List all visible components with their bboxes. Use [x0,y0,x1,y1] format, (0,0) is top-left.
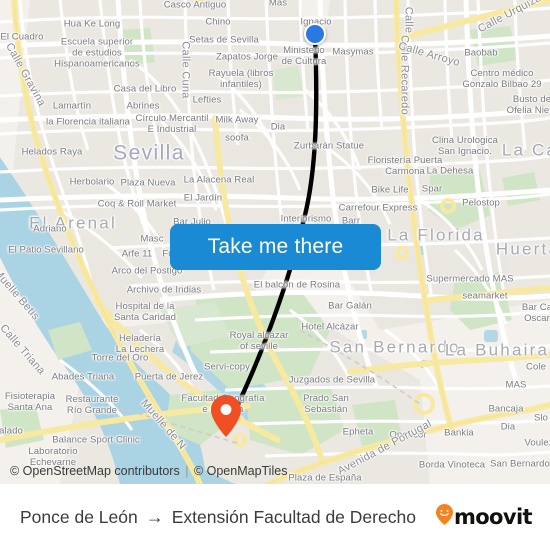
moovit-pin-icon [435,504,453,530]
moovit-route-preview: El Cuadro Hua Ke Long Casco Antiguo Chino Ig… [0,0,550,550]
map-container[interactable]: El Cuadro Hua Ke Long Casco Antiguo Chino Ig… [0,0,550,484]
footer-bar: Ponce de León → Extensión Facultad de De… [0,484,550,550]
arrow-right-icon: → [145,506,164,527]
moovit-logo[interactable]: moovit [435,504,533,530]
take-me-there-button[interactable]: Take me there [170,224,381,270]
route-destination-label: Extensión Facultad de Derecho [171,506,416,527]
destination-marker[interactable] [211,395,241,437]
moovit-wordmark: moovit [453,505,533,529]
attribution-osm[interactable]: © OpenStreetMap contributors [10,464,180,478]
map-attribution: © OpenStreetMap contributors | © OpenMap… [10,464,287,478]
attribution-tiles[interactable]: © OpenMapTiles [194,464,288,478]
attribution-separator: | [185,464,189,478]
route-origin-label: Ponce de León [20,506,138,527]
origin-marker[interactable] [304,23,326,45]
route-title: Ponce de León → Extensión Facultad de De… [20,507,436,528]
